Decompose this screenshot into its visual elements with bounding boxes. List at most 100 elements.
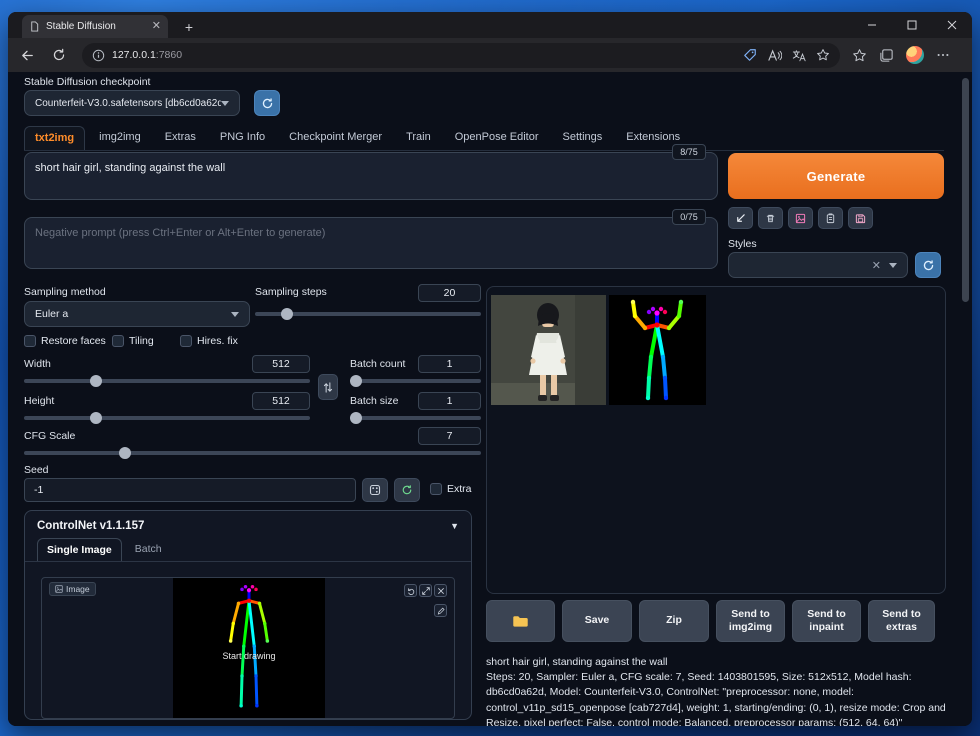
cfg-scale-input[interactable]: 7 [418,427,481,445]
refresh-button[interactable] [46,42,72,68]
seed-label: Seed [24,464,49,476]
negative-prompt-placeholder: Negative prompt (press Ctrl+Enter or Alt… [35,227,325,239]
open-folder-button[interactable] [486,600,555,642]
sampling-steps-label: Sampling steps [255,286,327,298]
cfg-scale-label: CFG Scale [24,430,75,442]
sampling-method-dropdown[interactable]: Euler a [24,301,250,327]
restore-faces-checkbox[interactable]: Restore faces [24,335,106,347]
paste-params-button[interactable] [728,207,753,229]
styles-refresh-button[interactable] [915,252,941,278]
browser-toolbar: 127.0.0.1:7860 [8,38,972,72]
tab-settings[interactable]: Settings [553,126,613,150]
apply-style-button[interactable] [818,207,843,229]
generation-info-params: Steps: 20, Sampler: Euler a, CFG scale: … [486,670,948,726]
negative-token-counter: 0/75 [672,209,706,225]
sampling-steps-slider[interactable] [255,312,481,316]
edit-pencil-icon[interactable] [434,604,447,617]
checkbox-icon [180,335,192,347]
tab-img2img[interactable]: img2img [89,126,151,150]
tab-checkpoint-merger[interactable]: Checkpoint Merger [279,126,392,150]
shopping-tag-icon[interactable] [743,48,757,62]
page-scrollbar[interactable] [962,78,969,302]
prompt-textarea[interactable]: short hair girl, standing against the wa… [24,152,718,200]
batch-size-slider[interactable] [350,416,481,420]
save-button[interactable]: Save [562,600,632,642]
openpose-skeleton-input [173,578,325,718]
read-aloud-icon[interactable] [767,49,782,62]
gallery-image-openpose[interactable] [609,295,706,405]
expand-icon[interactable] [419,584,432,597]
gallery-image-result[interactable] [491,295,606,405]
restore-faces-label: Restore faces [41,335,106,347]
reuse-seed-button[interactable] [394,478,420,502]
chevron-down-icon [889,263,897,268]
gallery-actions: Save Zip Send to img2img Send to inpaint… [486,600,946,642]
swap-dimensions-button[interactable] [318,374,338,400]
height-input[interactable]: 512 [252,392,310,410]
batch-size-input[interactable]: 1 [418,392,481,410]
tab-openpose-editor[interactable]: OpenPose Editor [445,126,549,150]
controlnet-tab-batch[interactable]: Batch [126,538,171,561]
tab-close-icon[interactable]: ✕ [152,21,161,32]
site-info-icon[interactable] [92,49,105,62]
minimize-button[interactable] [852,12,892,38]
send-to-extras-button[interactable]: Send to extras [868,600,935,642]
random-seed-button[interactable] [362,478,388,502]
negative-prompt-textarea[interactable]: Negative prompt (press Ctrl+Enter or Alt… [24,217,718,269]
send-to-inpaint-button[interactable]: Send to inpaint [792,600,861,642]
extra-networks-button[interactable] [788,207,813,229]
tab-txt2img[interactable]: txt2img [24,126,85,150]
browser-tab[interactable]: Stable Diffusion ✕ [22,15,168,38]
close-button[interactable] [932,12,972,38]
hires-fix-checkbox[interactable]: Hires. fix [180,335,238,347]
more-menu-icon[interactable] [936,48,950,62]
prompt-tool-buttons [728,207,873,229]
remove-image-icon[interactable] [434,584,447,597]
favorites-bar-icon[interactable] [852,48,867,63]
webui-page: Stable Diffusion checkpoint Counterfeit-… [8,72,972,726]
styles-label: Styles [728,238,757,250]
batch-count-input[interactable]: 1 [418,355,481,373]
translate-icon[interactable] [792,49,806,62]
prompt-text: short hair girl, standing against the wa… [35,162,225,174]
controlnet-canvas[interactable]: Start drawing [173,578,325,718]
save-style-button[interactable] [848,207,873,229]
tab-train[interactable]: Train [396,126,441,150]
sampling-steps-input[interactable]: 20 [418,284,481,302]
width-slider[interactable] [24,379,310,383]
clear-prompt-button[interactable] [758,207,783,229]
generate-button[interactable]: Generate [728,153,944,199]
styles-dropdown[interactable]: ✕ [728,252,908,278]
styles-clear-icon[interactable]: ✕ [872,259,881,272]
accordion-arrow-icon: ▼ [450,521,459,531]
controlnet-header[interactable]: ControlNet v1.1.157 ▼ [25,511,471,536]
controlnet-tab-single-image[interactable]: Single Image [37,538,122,561]
back-button[interactable] [14,42,40,68]
cfg-scale-slider[interactable] [24,451,481,455]
checkpoint-refresh-button[interactable] [254,90,280,116]
image-chip: Image [49,582,96,596]
new-tab-button[interactable]: + [180,18,198,36]
collections-icon[interactable] [879,48,894,63]
sampling-method-value: Euler a [35,308,68,320]
batch-count-slider[interactable] [350,379,481,383]
zip-button[interactable]: Zip [639,600,709,642]
seed-input[interactable]: -1 [24,478,356,502]
height-slider[interactable] [24,416,310,420]
undo-icon[interactable] [404,584,417,597]
address-bar[interactable]: 127.0.0.1:7860 [82,43,840,68]
profile-avatar[interactable] [906,46,924,64]
tab-extras[interactable]: Extras [155,126,206,150]
checkpoint-dropdown[interactable]: Counterfeit-V3.0.safetensors [db6cd0a62d… [24,90,240,116]
tab-png-info[interactable]: PNG Info [210,126,275,150]
seed-extra-checkbox[interactable]: Extra [430,483,472,495]
tiling-checkbox[interactable]: Tiling [112,335,154,347]
maximize-button[interactable] [892,12,932,38]
favorites-star-icon[interactable] [816,48,830,62]
controlnet-image-component[interactable]: Image [41,577,455,719]
sampling-method-label: Sampling method [24,286,106,298]
height-label: Height [24,395,54,407]
width-input[interactable]: 512 [252,355,310,373]
checkpoint-value: Counterfeit-V3.0.safetensors [db6cd0a62d… [35,98,221,109]
send-to-img2img-button[interactable]: Send to img2img [716,600,785,642]
